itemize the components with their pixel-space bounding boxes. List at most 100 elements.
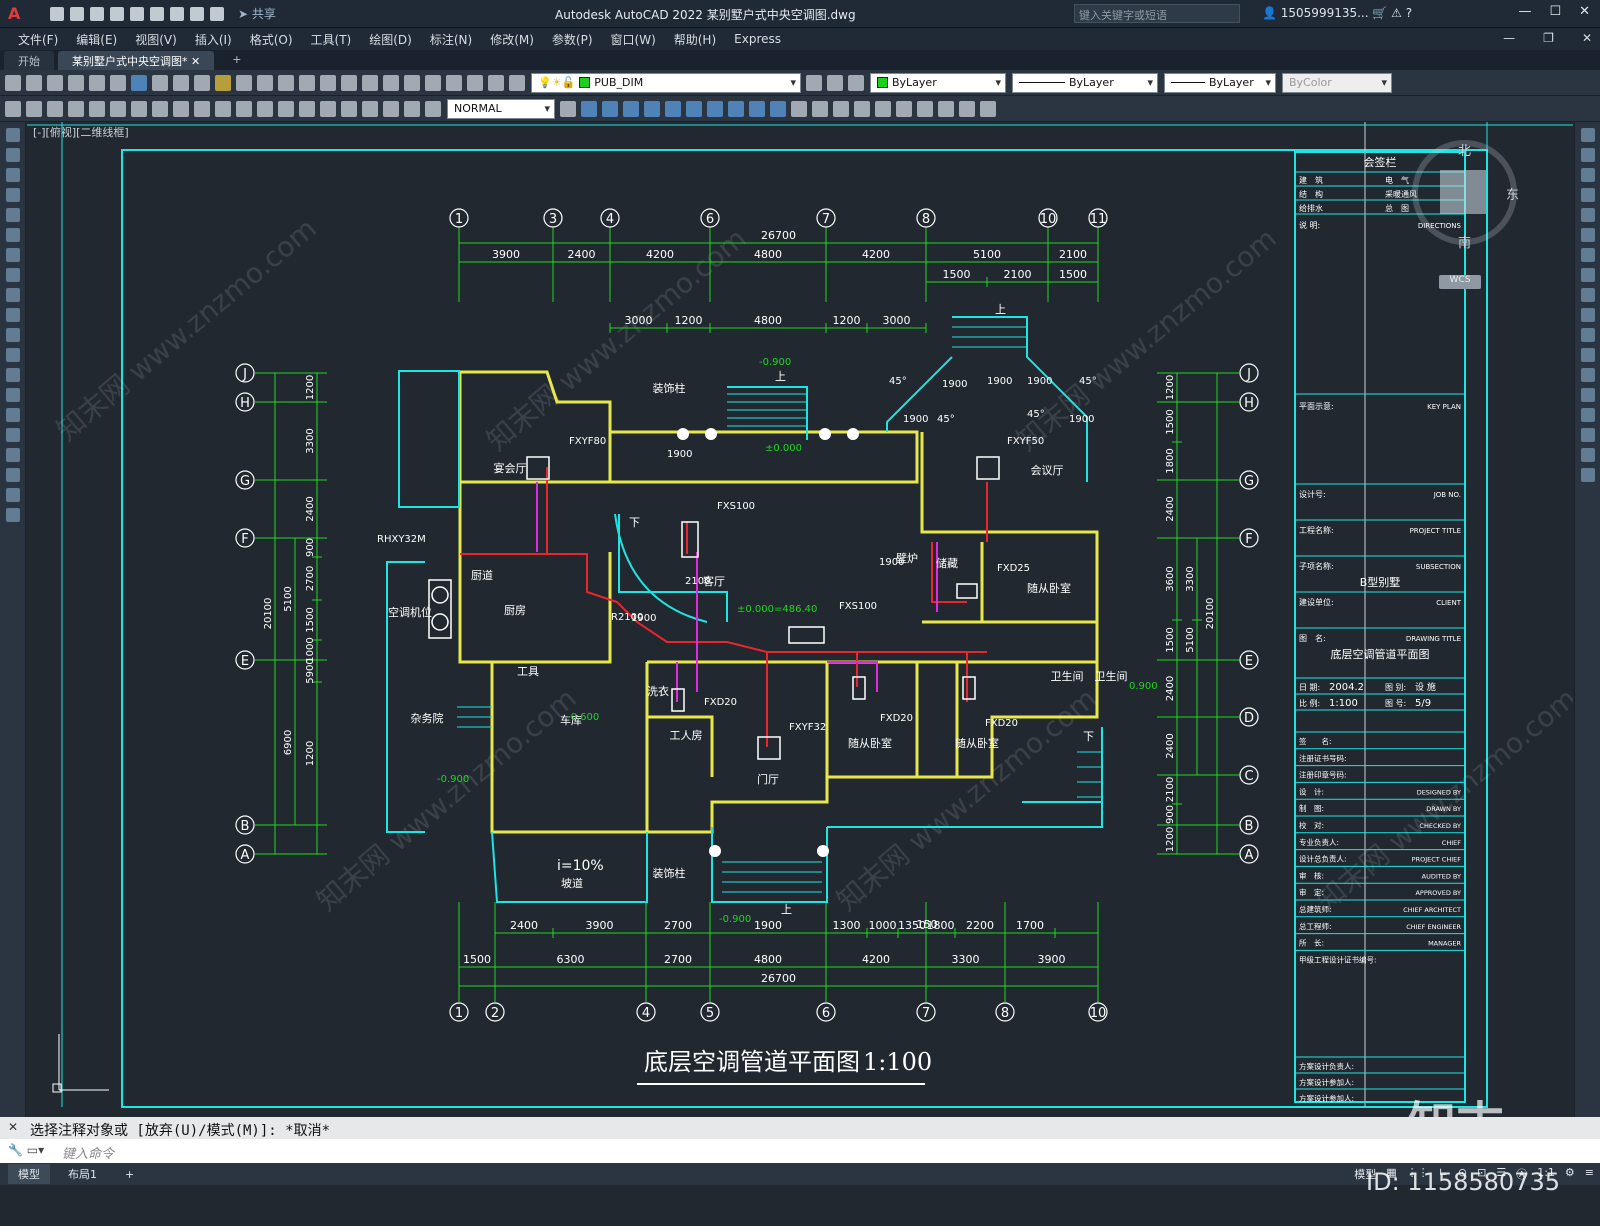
view-back-icon[interactable] <box>749 100 765 117</box>
break-point-icon[interactable] <box>1580 348 1595 362</box>
sheet-set-icon[interactable] <box>425 74 441 91</box>
view-sw-icon[interactable] <box>686 100 702 117</box>
customize-icon[interactable]: ≡ <box>1585 1166 1594 1182</box>
linear-dim-icon[interactable] <box>26 100 42 117</box>
search-input[interactable]: 键入关键字或短语 <box>1074 4 1240 23</box>
drawing-canvas[interactable]: 知末网 www.znzmo.com 知末网 www.znzmo.com 知末网 … <box>27 122 1573 1117</box>
copy-icon[interactable] <box>173 74 189 91</box>
tool-palettes-icon[interactable] <box>404 74 420 91</box>
print-icon[interactable] <box>68 74 84 91</box>
join-icon[interactable] <box>1580 388 1595 402</box>
wcs-button[interactable]: WCS <box>1439 275 1481 289</box>
dim-style-icon[interactable] <box>560 100 576 117</box>
publish-icon[interactable] <box>110 74 126 91</box>
view-iso-icon[interactable] <box>644 100 660 117</box>
arc-length-icon[interactable] <box>68 100 84 117</box>
offset-icon[interactable] <box>1580 188 1595 202</box>
menu-view[interactable]: 视图(V) <box>135 31 177 48</box>
dim-update-icon[interactable] <box>425 100 441 117</box>
diameter-dim-icon[interactable] <box>152 100 168 117</box>
linetype-dropdown[interactable]: ByLayer <box>1012 72 1158 93</box>
menu-window[interactable]: 窗口(W) <box>611 31 656 48</box>
tab-model[interactable]: 模型 <box>8 1164 50 1184</box>
tolerance-icon[interactable] <box>299 100 315 117</box>
ucs-world-icon[interactable] <box>875 100 891 117</box>
table-icon[interactable] <box>5 468 20 482</box>
menu-edit[interactable]: 编辑(E) <box>76 31 117 48</box>
markup-icon[interactable] <box>446 74 462 91</box>
color-dropdown[interactable]: ByLayer <box>870 72 1006 93</box>
fillet-icon[interactable] <box>1580 428 1595 442</box>
menu-tools[interactable]: 工具(T) <box>311 31 352 48</box>
save-icon[interactable] <box>90 6 104 21</box>
view-se-icon[interactable] <box>707 100 723 117</box>
visual-style-icon[interactable] <box>791 100 807 117</box>
spline-icon[interactable] <box>5 288 20 302</box>
quick-dimension-icon[interactable] <box>194 100 210 117</box>
dim-space-icon[interactable] <box>257 100 273 117</box>
angular-dim-icon[interactable] <box>173 100 189 117</box>
drawing-svg[interactable]: 知末网 www.znzmo.com 知末网 www.znzmo.com 知末网 … <box>27 122 1573 1117</box>
dim-break-icon[interactable] <box>278 100 294 117</box>
user-account[interactable]: 👤 1505999135... 🛒 ⚠ ? <box>1262 6 1412 20</box>
open-web-icon[interactable] <box>130 6 144 21</box>
scale-icon[interactable] <box>1580 268 1595 282</box>
rectangle-icon[interactable] <box>5 208 20 222</box>
blend-icon[interactable] <box>1580 448 1595 462</box>
view-front-icon[interactable] <box>581 100 597 117</box>
doc-minimize-icon[interactable]: — <box>1503 31 1515 45</box>
properties-icon[interactable] <box>362 74 378 91</box>
ellipse-arc-icon[interactable] <box>5 328 20 342</box>
ucs-origin-icon[interactable] <box>980 100 996 117</box>
polyline-icon[interactable] <box>5 168 20 182</box>
continue-dim-icon[interactable] <box>236 100 252 117</box>
chamfer-icon[interactable] <box>1580 408 1595 422</box>
view-bottom-icon[interactable] <box>770 100 786 117</box>
save-as-icon[interactable] <box>110 6 124 21</box>
close-icon[interactable]: ✕ <box>1579 4 1590 19</box>
baseline-dim-icon[interactable] <box>215 100 231 117</box>
doc-close-icon[interactable]: ✕ <box>1582 31 1592 45</box>
hide-icon[interactable] <box>812 100 828 117</box>
dim-text-edit-icon[interactable] <box>404 100 420 117</box>
revcloud-icon[interactable] <box>5 268 20 282</box>
workspace-gear-icon[interactable]: ⚙ <box>1565 1166 1575 1182</box>
ucs-view-icon[interactable] <box>959 100 975 117</box>
ucs-previous-icon[interactable] <box>896 100 912 117</box>
new-tab-button[interactable]: + <box>218 51 255 70</box>
redo-icon[interactable] <box>210 6 224 21</box>
zoom-window-icon[interactable] <box>320 74 336 91</box>
make-current-layer-icon[interactable] <box>806 74 822 91</box>
view-nw-icon[interactable] <box>728 100 744 117</box>
arc-icon[interactable] <box>5 228 20 242</box>
layer-state-icon[interactable] <box>848 74 864 91</box>
viewcube[interactable]: 北 东 南 <box>1412 140 1519 251</box>
insert-block-icon[interactable] <box>5 348 20 362</box>
add-selected-icon[interactable] <box>5 508 20 522</box>
menu-help[interactable]: 帮助(H) <box>674 31 716 48</box>
view-left-icon[interactable] <box>623 100 639 117</box>
viewcube-top-face[interactable] <box>1440 170 1486 214</box>
match-properties-icon[interactable] <box>215 74 231 91</box>
menu-dimension[interactable]: 标注(N) <box>430 31 472 48</box>
array-icon[interactable] <box>1580 208 1595 222</box>
view-ne-icon[interactable] <box>665 100 681 117</box>
command-tool-icon[interactable]: 🔧 ▭▾ <box>8 1143 44 1157</box>
construction-line-icon[interactable] <box>5 148 20 162</box>
text-style-dropdown[interactable]: NORMAL <box>447 98 555 119</box>
jogged-linear-icon[interactable] <box>362 100 378 117</box>
save-web-icon[interactable] <box>150 6 164 21</box>
maximize-icon[interactable]: ☐ <box>1549 4 1561 19</box>
layer-manager-icon[interactable] <box>509 74 525 91</box>
jogged-icon[interactable] <box>131 100 147 117</box>
menu-express[interactable]: Express <box>734 32 781 46</box>
minimize-icon[interactable]: — <box>1518 4 1531 19</box>
open-icon[interactable] <box>26 74 42 91</box>
menu-draw[interactable]: 绘图(D) <box>369 31 412 48</box>
explode-icon[interactable] <box>1580 468 1595 482</box>
redo-tool-icon[interactable] <box>257 74 273 91</box>
break-icon[interactable] <box>1580 368 1595 382</box>
copy-object-icon[interactable] <box>1580 148 1595 162</box>
ellipse-icon[interactable] <box>5 308 20 322</box>
undo-tool-icon[interactable] <box>236 74 252 91</box>
